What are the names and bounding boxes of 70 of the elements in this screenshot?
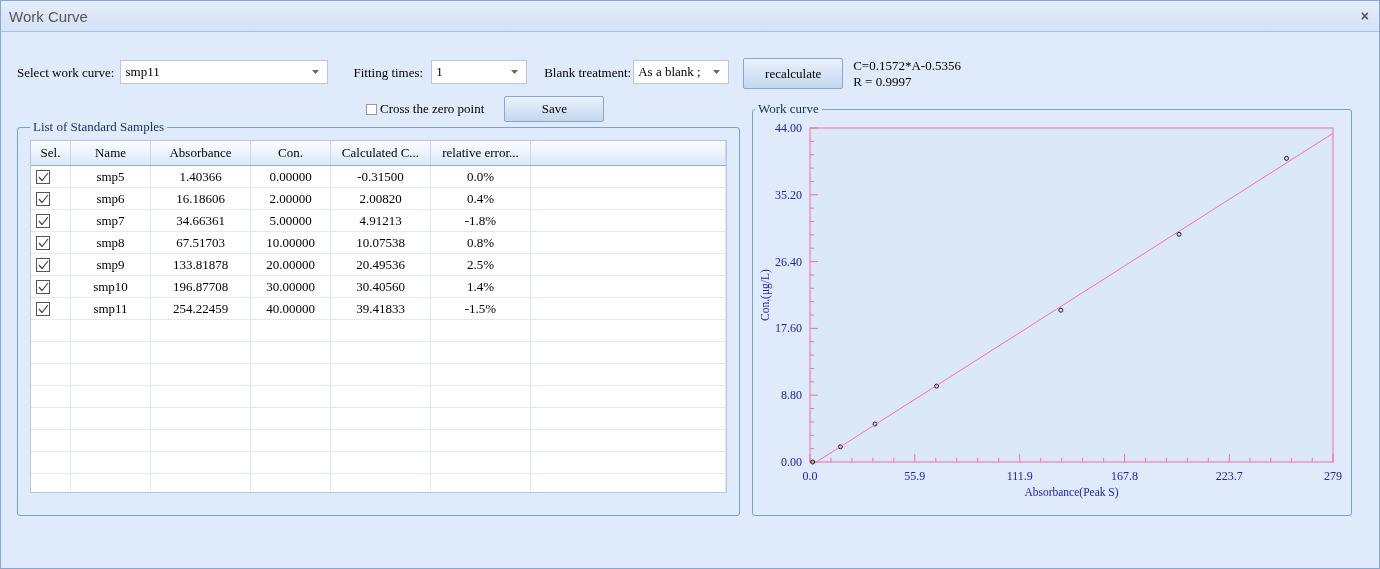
y-tick-label: 26.40	[775, 254, 802, 269]
x-tick-label: 111.9	[1006, 469, 1033, 483]
table-cell: 0.0%	[431, 166, 531, 187]
column-header[interactable]: Calculated C...	[331, 141, 431, 165]
table-cell: 5.00000	[251, 210, 331, 231]
table-cell: 10.00000	[251, 232, 331, 253]
formula-text: C=0.1572*A-0.5356	[853, 58, 961, 74]
table-cell: 133.81878	[151, 254, 251, 275]
y-tick-label: 44.00	[775, 121, 802, 135]
table-cell: 10.07538	[331, 232, 431, 253]
table-cell: 1.40366	[151, 166, 251, 187]
x-tick-label: 279	[1324, 469, 1342, 483]
table-cell: -0.31500	[331, 166, 431, 187]
table-cell: 39.41833	[331, 298, 431, 319]
y-tick-label: 17.60	[775, 321, 802, 336]
x-tick-label: 223.7	[1215, 469, 1243, 483]
x-axis-title: Absorbance(Peak S)	[1024, 486, 1119, 498]
table-cell: 34.66361	[151, 210, 251, 231]
table-cell: smp5	[71, 166, 151, 187]
y-axis-title: Con.(μg/L)	[759, 269, 771, 321]
table-cell: -1.5%	[431, 298, 531, 319]
fitting-label: Fitting times:	[353, 65, 424, 81]
table-cell: 30.40560	[331, 276, 431, 297]
table-cell: smp9	[71, 254, 151, 275]
table-cell: 0.4%	[431, 188, 531, 209]
table-cell: 20.00000	[251, 254, 331, 275]
table-cell: smp11	[71, 298, 151, 319]
table-cell: 0.00000	[251, 166, 331, 187]
table-cell: 1.4%	[431, 276, 531, 297]
y-tick-label: 8.80	[781, 388, 802, 403]
save-button[interactable]: Save	[504, 96, 605, 122]
cross-zero-checkbox[interactable]: Cross the zero point	[366, 101, 485, 117]
table-cell: 4.91213	[331, 210, 431, 231]
blank-dropdown[interactable]: As a blank ;	[633, 60, 730, 84]
column-header[interactable]: Absorbance	[151, 141, 251, 165]
table-cell: 2.00820	[331, 188, 431, 209]
table-cell: 254.22459	[151, 298, 251, 319]
table-cell: smp7	[71, 210, 151, 231]
x-tick-label: 0.0	[802, 469, 818, 483]
table-cell: 196.87708	[151, 276, 251, 297]
x-tick-label: 167.8	[1111, 469, 1139, 483]
table-cell: 20.49536	[331, 254, 431, 275]
table-cell: 2.00000	[251, 188, 331, 209]
curve-dropdown[interactable]: smp11	[120, 60, 329, 84]
r-value-text: R = 0.9997	[853, 74, 913, 90]
table-cell: 67.51703	[151, 232, 251, 253]
table-cell: 40.00000	[251, 298, 331, 319]
column-header[interactable]: Sel.	[31, 141, 71, 165]
y-tick-label: 0.00	[781, 455, 802, 469]
x-tick-label: 55.9	[904, 469, 926, 483]
recalculate-button[interactable]: recalculate	[743, 58, 844, 89]
table-cell: 30.00000	[251, 276, 331, 297]
table-cell: smp8	[71, 232, 151, 253]
table-cell: 0.8%	[431, 232, 531, 253]
y-tick-label: 35.20	[775, 187, 802, 202]
group-title: Work curve	[757, 101, 820, 117]
table-cell: 2.5%	[431, 254, 531, 275]
column-header[interactable]: Con.	[251, 141, 331, 165]
table-cell: smp10	[71, 276, 151, 297]
column-header[interactable]: Name	[71, 141, 151, 165]
table-cell: smp6	[71, 188, 151, 209]
column-header[interactable]: relative error...	[431, 141, 531, 165]
close-button[interactable]: ×	[1358, 8, 1371, 24]
group-title: List of Standard Samples	[32, 119, 166, 135]
window-title: Work Curve	[9, 7, 88, 25]
fitting-dropdown[interactable]: 1	[431, 60, 528, 84]
table-cell: -1.8%	[431, 210, 531, 231]
blank-label: Blank treatment:	[544, 65, 632, 81]
curve-label: Select work curve:	[17, 65, 115, 81]
table-cell: 16.18606	[151, 188, 251, 209]
